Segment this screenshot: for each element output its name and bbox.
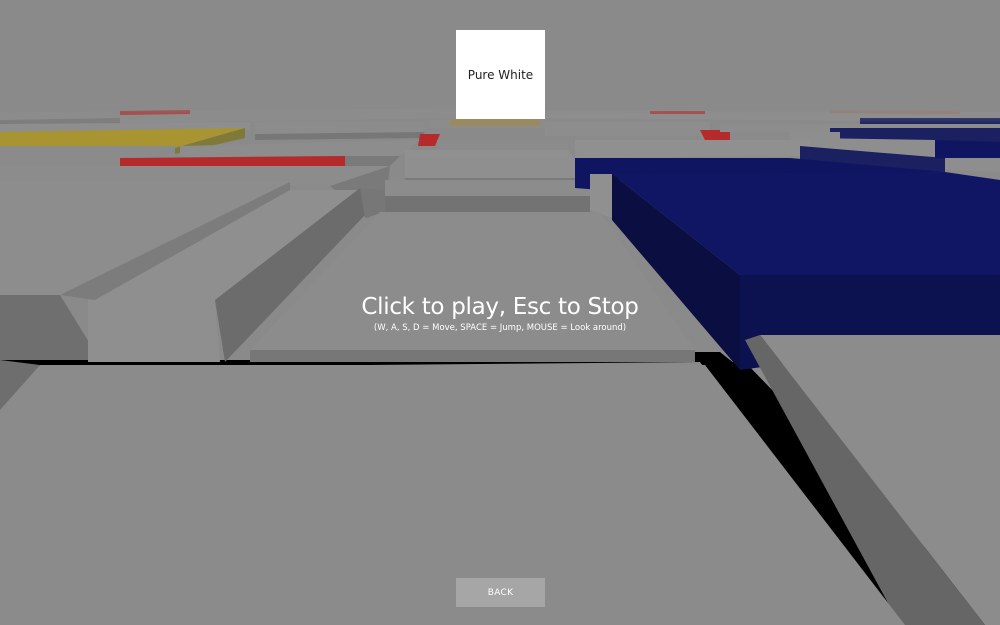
target-color-label: Pure White (467, 67, 534, 82)
back-button[interactable]: BACK (456, 578, 545, 607)
target-color-card: Pure White (456, 30, 545, 119)
instructions: Click to play, Esc to Stop (W, A, S, D =… (0, 292, 1000, 334)
instructions-controls: (W, A, S, D = Move, SPACE = Jump, MOUSE … (373, 323, 627, 333)
instructions-title: Click to play, Esc to Stop (361, 294, 639, 320)
game-viewport[interactable]: Click to play, Esc to Stop (W, A, S, D =… (0, 0, 1000, 625)
